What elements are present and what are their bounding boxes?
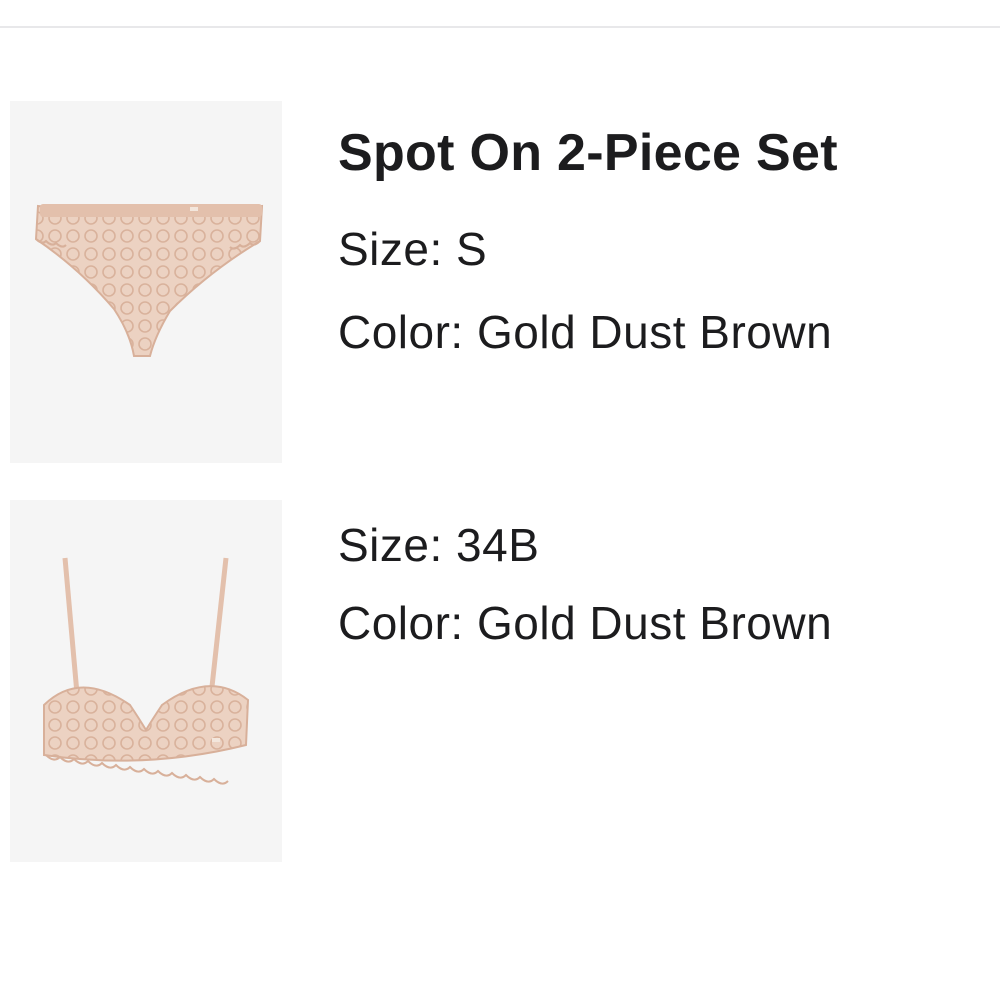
color-label: Color: Gold Dust Brown [338, 597, 833, 649]
header-divider [0, 0, 1000, 28]
product-title[interactable]: Spot On 2-Piece Set [338, 127, 838, 179]
product-image-panty[interactable] [10, 101, 282, 463]
product-image-bra[interactable] [10, 500, 282, 862]
color-label: Color: Gold Dust Brown [338, 306, 833, 358]
size-label: Size: S [338, 223, 488, 275]
lace-bra-image [43, 557, 250, 785]
size-label: Size: 34B [338, 519, 540, 571]
order-items-view: Spot On 2-Piece Set Size: S Color: Gold … [0, 0, 1000, 1000]
lace-panty-image [34, 204, 264, 357]
